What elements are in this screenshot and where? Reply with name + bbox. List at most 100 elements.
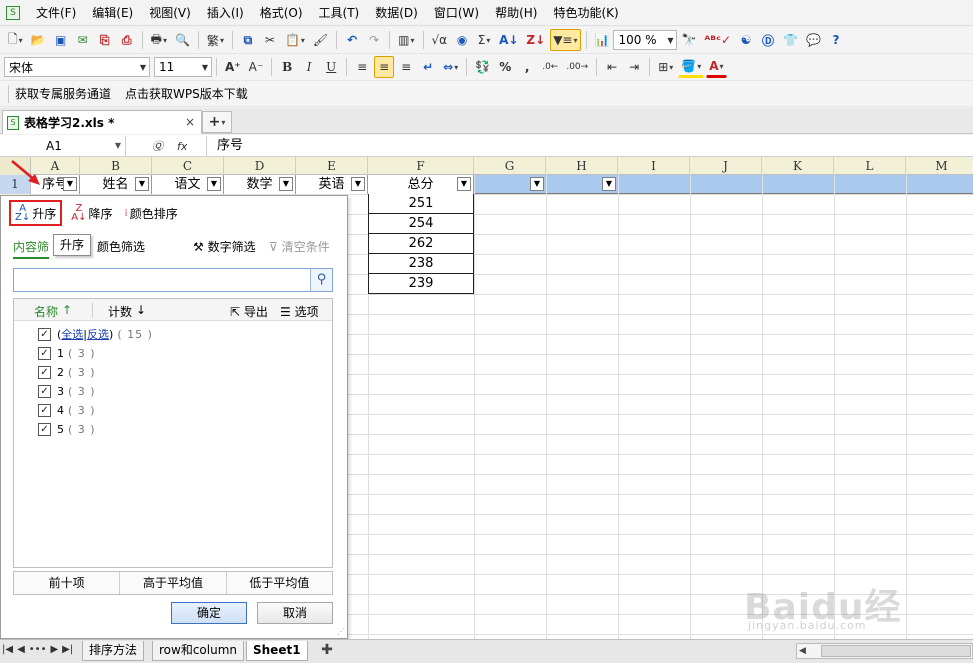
filter-dropdown-icon[interactable]: ▼ xyxy=(279,177,293,191)
list-item-select-all[interactable]: ✓ (全选 | 反选) ( 15 ) xyxy=(38,325,153,343)
list-item[interactable]: ✓ 5 ( 3 ) xyxy=(38,420,96,438)
align-right-icon[interactable]: ≡ xyxy=(396,56,416,78)
col-header-b[interactable]: B xyxy=(80,157,152,175)
header-cell-c[interactable]: 语文 ▼ xyxy=(152,175,224,194)
checkbox-checked-icon[interactable]: ✓ xyxy=(38,346,51,360)
filter-dropdown-icon[interactable]: ▼ xyxy=(351,177,365,191)
total-cell[interactable]: 239 xyxy=(368,274,474,294)
menu-data[interactable]: 数据(D) xyxy=(367,0,426,26)
promo-download-link[interactable]: 点击获取WPS版本下载 xyxy=(125,85,248,102)
font-name-select[interactable]: 宋体 ▼ xyxy=(4,57,150,77)
sort-descending-button[interactable]: Z A↓ 降序 xyxy=(68,202,115,224)
sort-ascending-icon[interactable]: A↓ xyxy=(496,29,521,51)
options-button[interactable]: ☰ 选项 xyxy=(280,303,319,320)
checkbox-checked-icon[interactable]: ✓ xyxy=(38,422,51,436)
zoom-select[interactable]: 100 % ▼ xyxy=(613,30,678,50)
globe-icon[interactable]: ◉ xyxy=(452,29,472,51)
sheet-tab-sheet1[interactable]: Sheet1 xyxy=(246,641,308,661)
borders-icon[interactable]: ⊞ ▾ xyxy=(655,56,676,78)
menu-tools[interactable]: 工具(T) xyxy=(311,0,368,26)
filter-dropdown-icon[interactable]: ▼ xyxy=(602,177,616,191)
total-cell[interactable]: 254 xyxy=(368,214,474,234)
share-icon[interactable]: ☯ xyxy=(736,29,756,51)
more-sheets-icon[interactable]: ••• xyxy=(29,644,47,655)
menu-file[interactable]: 文件(F) xyxy=(28,0,84,26)
row-height-icon[interactable]: ▥ ▾ xyxy=(395,29,417,51)
new-file-icon[interactable]: 🗋 ▾ xyxy=(5,29,26,51)
name-box[interactable]: A1 ▼ xyxy=(0,136,126,156)
promo-service-link[interactable]: 获取专属服务通道 xyxy=(15,85,111,102)
chart-icon[interactable]: 📊 xyxy=(592,29,613,51)
search-icon[interactable]: ⚲ xyxy=(310,269,332,291)
color-sort-button[interactable]: ⁞ 颜色排序 xyxy=(122,202,181,224)
add-sheet-icon[interactable]: ✚ xyxy=(316,642,338,660)
filter-dropdown-icon[interactable]: ▼ xyxy=(207,177,221,191)
export-button[interactable]: ⇱ 导出 xyxy=(230,303,268,320)
menu-window[interactable]: 窗口(W) xyxy=(426,0,487,26)
wps-app-icon[interactable]: S xyxy=(6,5,20,20)
menu-special[interactable]: 特色功能(K) xyxy=(545,0,626,26)
menu-insert[interactable]: 插入(I) xyxy=(199,0,252,26)
filter-dropdown-icon[interactable]: ▼ xyxy=(135,177,149,191)
decrease-font-icon[interactable]: A⁻ xyxy=(246,56,267,78)
cut-icon[interactable]: ✂ xyxy=(260,29,280,51)
col-header-j[interactable]: J xyxy=(690,157,762,175)
col-header-l[interactable]: L xyxy=(834,157,906,175)
col-header-e[interactable]: E xyxy=(296,157,368,175)
scroll-left-icon[interactable]: ◀ xyxy=(799,644,806,658)
checkbox-checked-icon[interactable]: ✓ xyxy=(38,327,51,341)
col-header-f[interactable]: F xyxy=(368,157,474,175)
filter-dropdown-icon[interactable]: ▼ xyxy=(457,177,471,191)
fill-color-icon[interactable]: 🪣 ▾ xyxy=(678,56,705,78)
tab-content-filter[interactable]: 内容筛 xyxy=(13,238,50,259)
menu-help[interactable]: 帮助(H) xyxy=(487,0,545,26)
tab-color-filter[interactable]: 颜色筛选 xyxy=(97,238,145,255)
font-size-select[interactable]: 11 ▼ xyxy=(154,57,212,77)
clear-conditions-button[interactable]: ⊽ 清空条件 xyxy=(269,238,330,255)
total-cell[interactable]: 251 xyxy=(368,194,474,214)
menu-edit[interactable]: 编辑(E) xyxy=(84,0,141,26)
list-item[interactable]: ✓ 1 ( 3 ) xyxy=(38,344,96,362)
sort-by-name-button[interactable]: 名称 xyxy=(34,303,58,320)
col-header-d[interactable]: D xyxy=(224,157,296,175)
sheet-tab-sort-methods[interactable]: 排序方法 xyxy=(82,641,145,661)
col-header-c[interactable]: C xyxy=(152,157,224,175)
copy-icon[interactable]: ⧉ xyxy=(238,29,258,51)
send-mail-icon[interactable]: ✉ xyxy=(73,29,93,51)
spellcheck-icon[interactable]: ᴬᴮᶜ✓ xyxy=(701,29,734,51)
first-sheet-icon[interactable]: |◀ xyxy=(2,644,13,655)
export-pdf-icon[interactable]: ⎘ xyxy=(95,29,115,51)
col-header-g[interactable]: G xyxy=(474,157,546,175)
below-average-button[interactable]: 低于平均值 xyxy=(227,572,332,594)
formula-input[interactable]: 序号 xyxy=(206,136,243,156)
print-icon[interactable]: 🖶 ▾ xyxy=(148,29,170,51)
sheet-tab-row-column[interactable]: row和column xyxy=(152,641,245,661)
save-icon[interactable]: ▣ xyxy=(51,29,71,51)
open-folder-icon[interactable]: 📂 xyxy=(28,29,49,51)
italic-icon[interactable]: I xyxy=(299,56,319,78)
tab-number-filter[interactable]: ⚒ 数字筛选 xyxy=(193,238,256,255)
checkbox-checked-icon[interactable]: ✓ xyxy=(38,365,51,379)
checkbox-checked-icon[interactable]: ✓ xyxy=(38,384,51,398)
filter-value-list[interactable]: 名称 ↑ 计数 ↓ ⇱ 导出 ☰ 选项 ✓ (全选 | 反选) ( 15 ) ✓ 1… xyxy=(13,298,333,568)
select-all-link[interactable]: 全选 xyxy=(61,326,83,342)
filter-dropdown-icon[interactable]: ▼ xyxy=(530,177,544,191)
skin-icon[interactable]: 👕 xyxy=(780,29,801,51)
merge-center-icon[interactable]: ⇔ ▾ xyxy=(440,56,461,78)
above-average-button[interactable]: 高于平均值 xyxy=(120,572,227,594)
sort-by-count-button[interactable]: 计数 xyxy=(108,303,132,320)
undo-icon[interactable]: ↶ xyxy=(342,29,362,51)
checkbox-checked-icon[interactable]: ✓ xyxy=(38,403,51,417)
align-left-icon[interactable]: ≡ xyxy=(352,56,372,78)
chat-icon[interactable]: 💬 xyxy=(803,29,824,51)
sort-descending-icon[interactable]: Z↓ xyxy=(523,29,548,51)
insert-function-icon[interactable]: √α xyxy=(429,29,451,51)
total-cell[interactable]: 262 xyxy=(368,234,474,254)
redo-icon[interactable]: ↷ xyxy=(364,29,384,51)
top-ten-button[interactable]: 前十项 xyxy=(14,572,121,594)
print-preview-icon[interactable]: ⎙ xyxy=(117,29,137,51)
increase-decimal-icon[interactable]: .0← xyxy=(539,56,561,78)
cancel-button[interactable]: 取消 xyxy=(257,602,333,624)
next-sheet-icon[interactable]: ▶ xyxy=(50,644,58,655)
invert-selection-link[interactable]: 反选 xyxy=(87,326,109,342)
